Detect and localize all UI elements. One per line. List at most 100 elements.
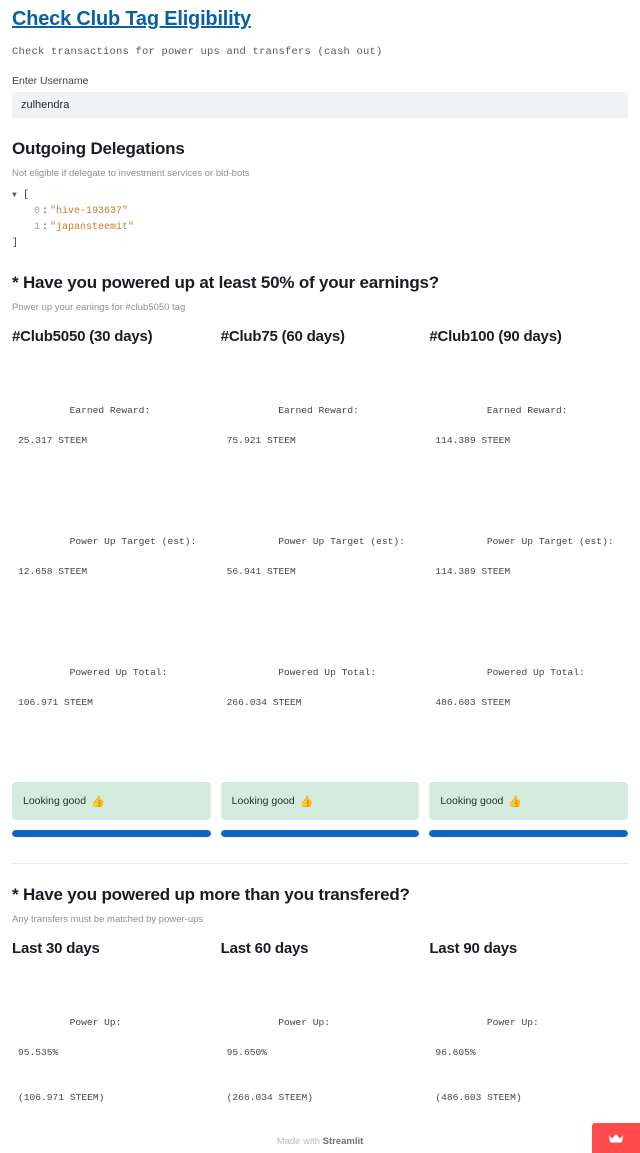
progress-bar-fill bbox=[220, 830, 420, 837]
column-metrics: Power Up: 95.650% (266.034 STEEM) Transf… bbox=[221, 970, 420, 1153]
column-metrics: Earned Reward: 25.317 STEEM Power Up Tar… bbox=[12, 358, 211, 770]
metric-powered-up-total: Powered Up Total: 266.034 STEEM bbox=[221, 650, 420, 740]
username-input[interactable] bbox=[12, 92, 628, 118]
metric-powerup: Power Up: 96.605% (486.603 STEEM) bbox=[429, 1000, 628, 1135]
status-text: Looking good bbox=[23, 795, 87, 807]
metric-value: 106.971 STEEM bbox=[18, 697, 93, 708]
crown-icon bbox=[608, 1133, 624, 1142]
json-item: 0: "hive-193637" bbox=[12, 204, 628, 220]
chevron-down-icon[interactable]: ▼ bbox=[12, 188, 23, 204]
metric-label: Earned Reward: bbox=[278, 405, 359, 416]
metric-value: 486.603 STEEM bbox=[435, 697, 511, 708]
progress-bar-fill bbox=[429, 830, 629, 837]
powerup-column-club100: #Club100 (90 days) Earned Reward: 114.38… bbox=[429, 327, 629, 837]
metric-value-amount: (486.603 STEEM) bbox=[435, 1092, 522, 1103]
metric-value: 114.389 STEEM bbox=[435, 566, 511, 577]
column-metrics: Earned Reward: 75.921 STEEM Power Up Tar… bbox=[221, 358, 420, 770]
column-title: #Club75 (60 days) bbox=[220, 328, 345, 345]
metric-value: 114.389 STEEM bbox=[435, 435, 511, 446]
transfer-column-30: Last 30 days Power Up: 95.535% (106.971 … bbox=[12, 939, 211, 1153]
status-text: Looking good bbox=[231, 795, 295, 807]
metric-label: Power Up: bbox=[486, 1017, 539, 1028]
metric-value-amount: (266.034 STEEM) bbox=[226, 1092, 314, 1103]
metric-label: Power Up: bbox=[69, 1017, 122, 1028]
progress-bar bbox=[220, 830, 420, 837]
status-badge: Looking good 👍 bbox=[12, 782, 211, 820]
metric-value: 12.658 STEEM bbox=[18, 566, 88, 577]
metric-label: Powered Up Total: bbox=[486, 667, 585, 678]
progress-bar bbox=[12, 830, 211, 837]
metric-powerup-target: Power Up Target (est): 12.658 STEEM bbox=[12, 519, 211, 609]
page-title[interactable]: Check Club Tag Eligibility bbox=[12, 6, 251, 32]
powerup-section-caption: Power up your eanings for #club5050 tag bbox=[12, 302, 186, 313]
footer-prefix: Made with bbox=[276, 1136, 323, 1147]
json-item-value: "japansteemit" bbox=[50, 222, 135, 233]
metric-label: Power Up Target (est): bbox=[486, 536, 614, 547]
metric-powerup-target: Power Up Target (est): 114.389 STEEM bbox=[429, 519, 628, 609]
metric-value: 25.317 STEEM bbox=[18, 435, 88, 446]
section-divider bbox=[12, 863, 628, 864]
column-title: Last 30 days bbox=[12, 940, 100, 957]
metric-powered-up-total: Powered Up Total: 486.603 STEEM bbox=[429, 650, 628, 740]
progress-bar-fill bbox=[12, 830, 211, 837]
metric-value: 56.941 STEEM bbox=[226, 566, 296, 577]
metric-label: Earned Reward: bbox=[69, 405, 151, 416]
metric-value-pct: 95.535% bbox=[18, 1047, 59, 1058]
metric-value: 266.034 STEEM bbox=[226, 697, 302, 708]
metric-powerup: Power Up: 95.535% (106.971 STEEM) bbox=[12, 1000, 211, 1135]
column-title: #Club100 (90 days) bbox=[429, 328, 562, 345]
progress-bar bbox=[429, 830, 629, 837]
footer: Made with Streamlit bbox=[0, 1136, 640, 1147]
json-close-bracket: ] bbox=[12, 238, 19, 249]
powerup-column-club5050: #Club5050 (30 days) Earned Reward: 25.31… bbox=[12, 327, 211, 837]
delegations-caption: Not eligible if delegate to investment s… bbox=[12, 168, 250, 179]
json-item: 1: "japansteemit" bbox=[12, 220, 628, 236]
transfer-columns: Last 30 days Power Up: 95.535% (106.971 … bbox=[12, 939, 628, 1153]
metric-powerup: Power Up: 95.650% (266.034 STEEM) bbox=[221, 1000, 420, 1135]
metric-value-pct: 95.650% bbox=[226, 1047, 267, 1058]
transfer-column-90: Last 90 days Power Up: 96.605% (486.603 … bbox=[429, 939, 628, 1153]
powerup-columns: #Club5050 (30 days) Earned Reward: 25.31… bbox=[12, 327, 629, 837]
app-page: Check Club Tag Eligibility Check transac… bbox=[0, 0, 640, 1153]
thumbs-up-icon: 👍 bbox=[91, 795, 105, 808]
delegations-heading: Outgoing Delegations bbox=[12, 139, 185, 158]
metric-value-amount: (106.971 STEEM) bbox=[18, 1092, 105, 1103]
json-open-bracket: [ bbox=[23, 190, 30, 201]
column-title: #Club5050 (30 days) bbox=[12, 328, 153, 345]
metric-powered-up-total: Powered Up Total: 106.971 STEEM bbox=[12, 650, 211, 740]
footer-brand[interactable]: Streamlit bbox=[323, 1136, 364, 1147]
json-item-colon: : bbox=[42, 222, 49, 233]
metric-label: Power Up: bbox=[278, 1017, 331, 1028]
metric-value: 75.921 STEEM bbox=[226, 435, 296, 446]
app-description: Check transactions for power ups and tra… bbox=[12, 46, 383, 58]
transfer-section-heading: * Have you powered up more than you tran… bbox=[12, 885, 410, 904]
json-item-colon: : bbox=[42, 206, 49, 217]
metric-value-pct: 96.605% bbox=[435, 1047, 476, 1058]
username-label: Enter Username bbox=[12, 75, 89, 87]
metric-label: Powered Up Total: bbox=[69, 667, 168, 678]
metric-label: Earned Reward: bbox=[486, 405, 568, 416]
column-metrics: Earned Reward: 114.389 STEEM Power Up Ta… bbox=[429, 358, 628, 770]
metric-earned-reward: Earned Reward: 75.921 STEEM bbox=[221, 388, 420, 478]
metric-label: Powered Up Total: bbox=[278, 667, 377, 678]
thumbs-up-icon: 👍 bbox=[508, 795, 523, 808]
metric-powerup-target: Power Up Target (est): 56.941 STEEM bbox=[221, 519, 420, 609]
json-item-value: "hive-193637" bbox=[50, 206, 129, 217]
delegations-json-viewer: ▼ [ 0: "hive-193637" 1: "japansteemit" ] bbox=[12, 188, 628, 252]
metric-label: Power Up Target (est): bbox=[278, 536, 405, 547]
transfer-column-60: Last 60 days Power Up: 95.650% (266.034 … bbox=[221, 939, 420, 1153]
thumbs-up-icon: 👍 bbox=[299, 795, 314, 808]
metric-label: Power Up Target (est): bbox=[69, 536, 197, 547]
metric-earned-reward: Earned Reward: 25.317 STEEM bbox=[12, 388, 211, 478]
column-metrics: Power Up: 95.535% (106.971 STEEM) Transf… bbox=[12, 970, 211, 1153]
status-badge: Looking good 👍 bbox=[429, 782, 629, 820]
transfer-section-caption: Any transfers must be matched by power-u… bbox=[12, 914, 204, 925]
crown-badge-button[interactable] bbox=[592, 1123, 640, 1153]
column-title: Last 90 days bbox=[429, 940, 517, 957]
status-text: Looking good bbox=[440, 795, 504, 807]
status-badge: Looking good 👍 bbox=[220, 782, 420, 820]
metric-earned-reward: Earned Reward: 114.389 STEEM bbox=[429, 388, 628, 478]
powerup-section-heading: * Have you powered up at least 50% of yo… bbox=[12, 273, 439, 292]
powerup-column-club75: #Club75 (60 days) Earned Reward: 75.921 … bbox=[220, 327, 420, 837]
json-root-row[interactable]: ▼ [ bbox=[12, 188, 628, 204]
